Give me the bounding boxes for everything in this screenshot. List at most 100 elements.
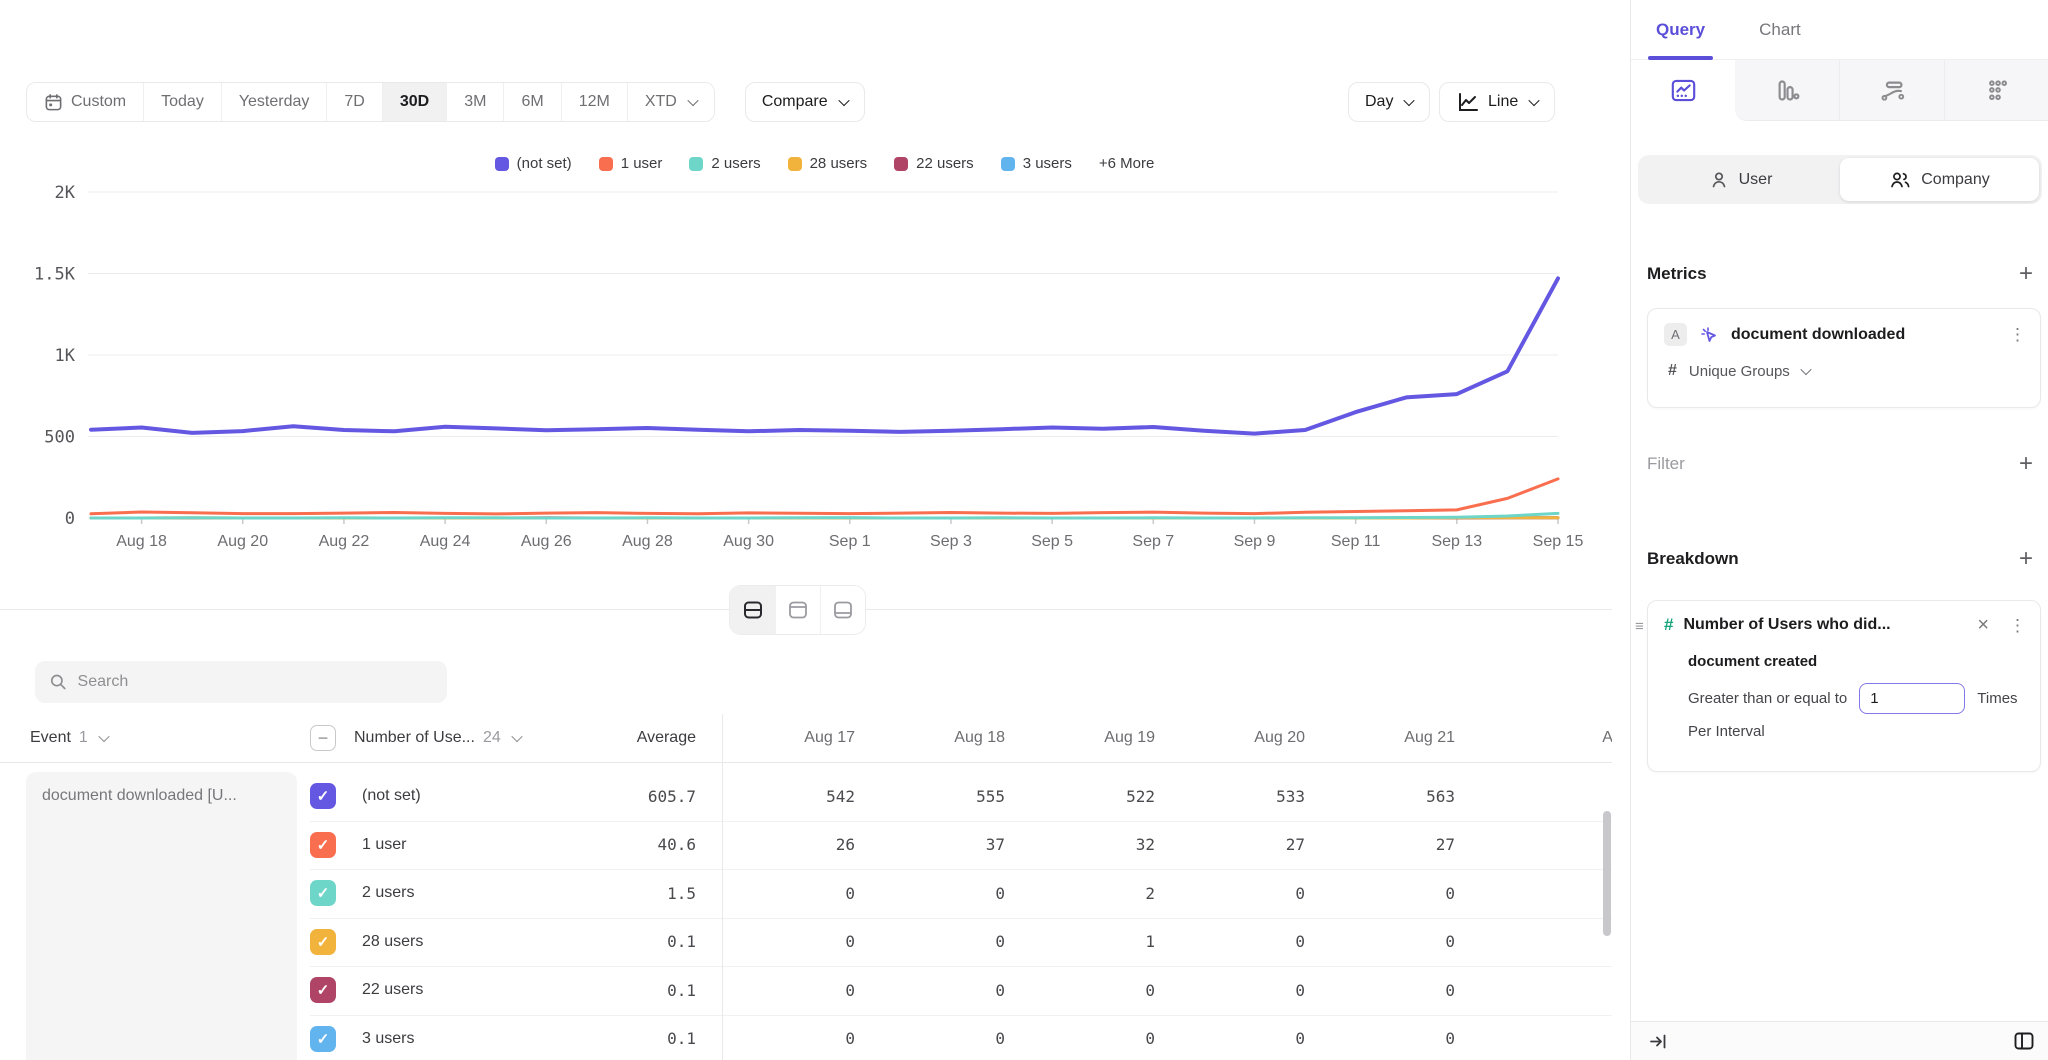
data-value: 2 [1053,884,1203,903]
breakdown-menu-icon[interactable]: ⋮ [2009,617,2026,634]
average-value: 605.7 [554,787,700,806]
breakdown-card[interactable]: # Number of Users who did... × ⋮ documen… [1647,600,2041,772]
flow-chart-icon [1879,77,1906,104]
x-axis-label: Aug 22 [319,533,370,550]
add-breakdown-button[interactable]: + [2019,547,2033,571]
company-segment[interactable]: Company [1840,158,2039,201]
search-box[interactable] [35,661,447,703]
search-input[interactable] [78,673,433,691]
row-label: 22 users [354,981,554,999]
date-column-header[interactable]: Aug 20 [1203,729,1353,747]
row-checkbox[interactable]: ✓ [310,977,336,1003]
row-checkbox[interactable]: ✓ [310,832,336,858]
data-value: 0 [753,981,903,1000]
measure-dropdown[interactable]: Unique Groups [1689,363,1810,380]
row-checkbox[interactable]: ✓ [310,880,336,906]
date-column-header[interactable]: Aug 22 [1503,729,1612,747]
data-value: 0 [1503,932,1612,951]
funnel-flow-type-tab[interactable] [1839,60,1944,121]
split-view-button[interactable] [730,586,775,634]
row-label: 1 user [354,836,554,854]
y-axis-label: 1.5K [34,265,76,285]
x-axis-label: Sep 1 [829,533,871,550]
close-icon[interactable]: × [1977,615,1989,635]
checkbox-cell: ✓ [310,832,354,858]
add-metric-button[interactable]: + [2019,262,2033,286]
data-value: 27 [1203,835,1353,854]
row-checkbox[interactable]: ✓ [310,1026,336,1052]
y-axis-label: 500 [44,428,75,448]
average-value: 40.6 [554,835,700,854]
panel-bottom-bar [1631,1021,2048,1060]
event-count: 1 [79,729,88,747]
condition-label: Greater than or equal to [1688,690,1847,707]
users-count: 24 [483,729,501,747]
x-axis-label: Sep 7 [1132,533,1174,550]
tab-query[interactable]: Query [1656,0,1705,60]
users-group-icon [1889,170,1911,190]
data-value: 37 [903,835,1053,854]
grid-dots-type-tab[interactable] [1944,60,2048,121]
row-label: 3 users [354,1030,554,1048]
data-value: 0 [903,932,1053,951]
y-axis-label: 1K [55,346,76,366]
collapse-panel-button[interactable] [1648,1031,1669,1052]
average-value: 1.5 [554,884,700,903]
table-scrollbar[interactable] [1603,811,1611,936]
users-column-header[interactable]: Number of Use... 24 [354,729,554,747]
data-value: 0 [1353,932,1503,951]
breakdown-property-icon: # [1664,615,1673,635]
metric-letter-badge: A [1664,323,1687,346]
data-value: 0 [753,884,903,903]
date-column-header[interactable]: Aug 19 [1053,729,1203,747]
row-label: (not set) [354,787,554,805]
per-interval-label: Per Interval [1688,723,2026,740]
data-value: 0 [1353,981,1503,1000]
line-chart[interactable]: 05001K1.5K2KAug 18Aug 20Aug 22Aug 24Aug … [0,0,1630,620]
date-column-header[interactable]: Aug 17 [753,729,903,747]
add-filter-button[interactable]: + [2019,452,2033,476]
average-value: 0.1 [554,981,700,1000]
grid-dots-icon [1984,77,2011,104]
row-checkbox[interactable]: ✓ [310,783,336,809]
toggle-side-panel-button[interactable] [2013,1030,2035,1052]
chart-type-strip [1631,60,2048,121]
drag-handle-icon[interactable]: ≡ [1635,618,1644,635]
breakdown-title: Breakdown [1647,549,1739,569]
table-header-row: Event 1 − Number of Use... 24 Average Au… [0,714,1612,762]
row-checkbox[interactable]: ✓ [310,929,336,955]
table-row: ✓3 users0.1000000 [0,1015,1612,1060]
split-panel-icon [2013,1030,2035,1052]
data-value: 0 [1053,1029,1203,1048]
series-line-(not set) [91,278,1558,433]
data-value: 26 [753,835,903,854]
chevron-down-icon [511,731,522,742]
table-only-view-button[interactable] [820,586,865,634]
data-value: 542 [753,787,903,806]
metric-menu-icon[interactable]: ⋮ [2009,326,2026,343]
date-column-header[interactable]: Aug 21 [1353,729,1503,747]
select-all-checkbox[interactable]: − [310,725,336,751]
breakdown-section-header: Breakdown + [1647,547,2033,571]
checkbox-cell: ✓ [310,783,354,809]
panel-tabs: Query Chart [1631,0,2048,60]
tab-chart[interactable]: Chart [1759,0,1801,60]
line-chart-type-tab[interactable] [1631,60,1735,121]
metric-name: document downloaded [1731,326,1998,344]
search-icon [49,672,68,692]
bar-chart-type-tab[interactable] [1735,60,1839,121]
query-panel: Query Chart [1630,0,2048,1060]
x-axis-label: Aug 20 [217,533,268,550]
x-axis-label: Aug 30 [723,533,774,550]
data-value: 0 [1503,884,1612,903]
user-segment[interactable]: User [1641,158,1840,201]
date-column-header[interactable]: Aug 18 [903,729,1053,747]
event-column-header[interactable]: Event 1 [0,729,310,747]
data-value: 534 [1503,787,1612,806]
data-value: 0 [1053,981,1203,1000]
metric-card[interactable]: A document downloaded ⋮ # Unique Groups [1647,308,2041,408]
data-value: 27 [1353,835,1503,854]
times-value-input[interactable] [1859,683,1965,714]
chart-only-view-button[interactable] [775,586,820,634]
measure-type-icon: # [1668,362,1677,380]
